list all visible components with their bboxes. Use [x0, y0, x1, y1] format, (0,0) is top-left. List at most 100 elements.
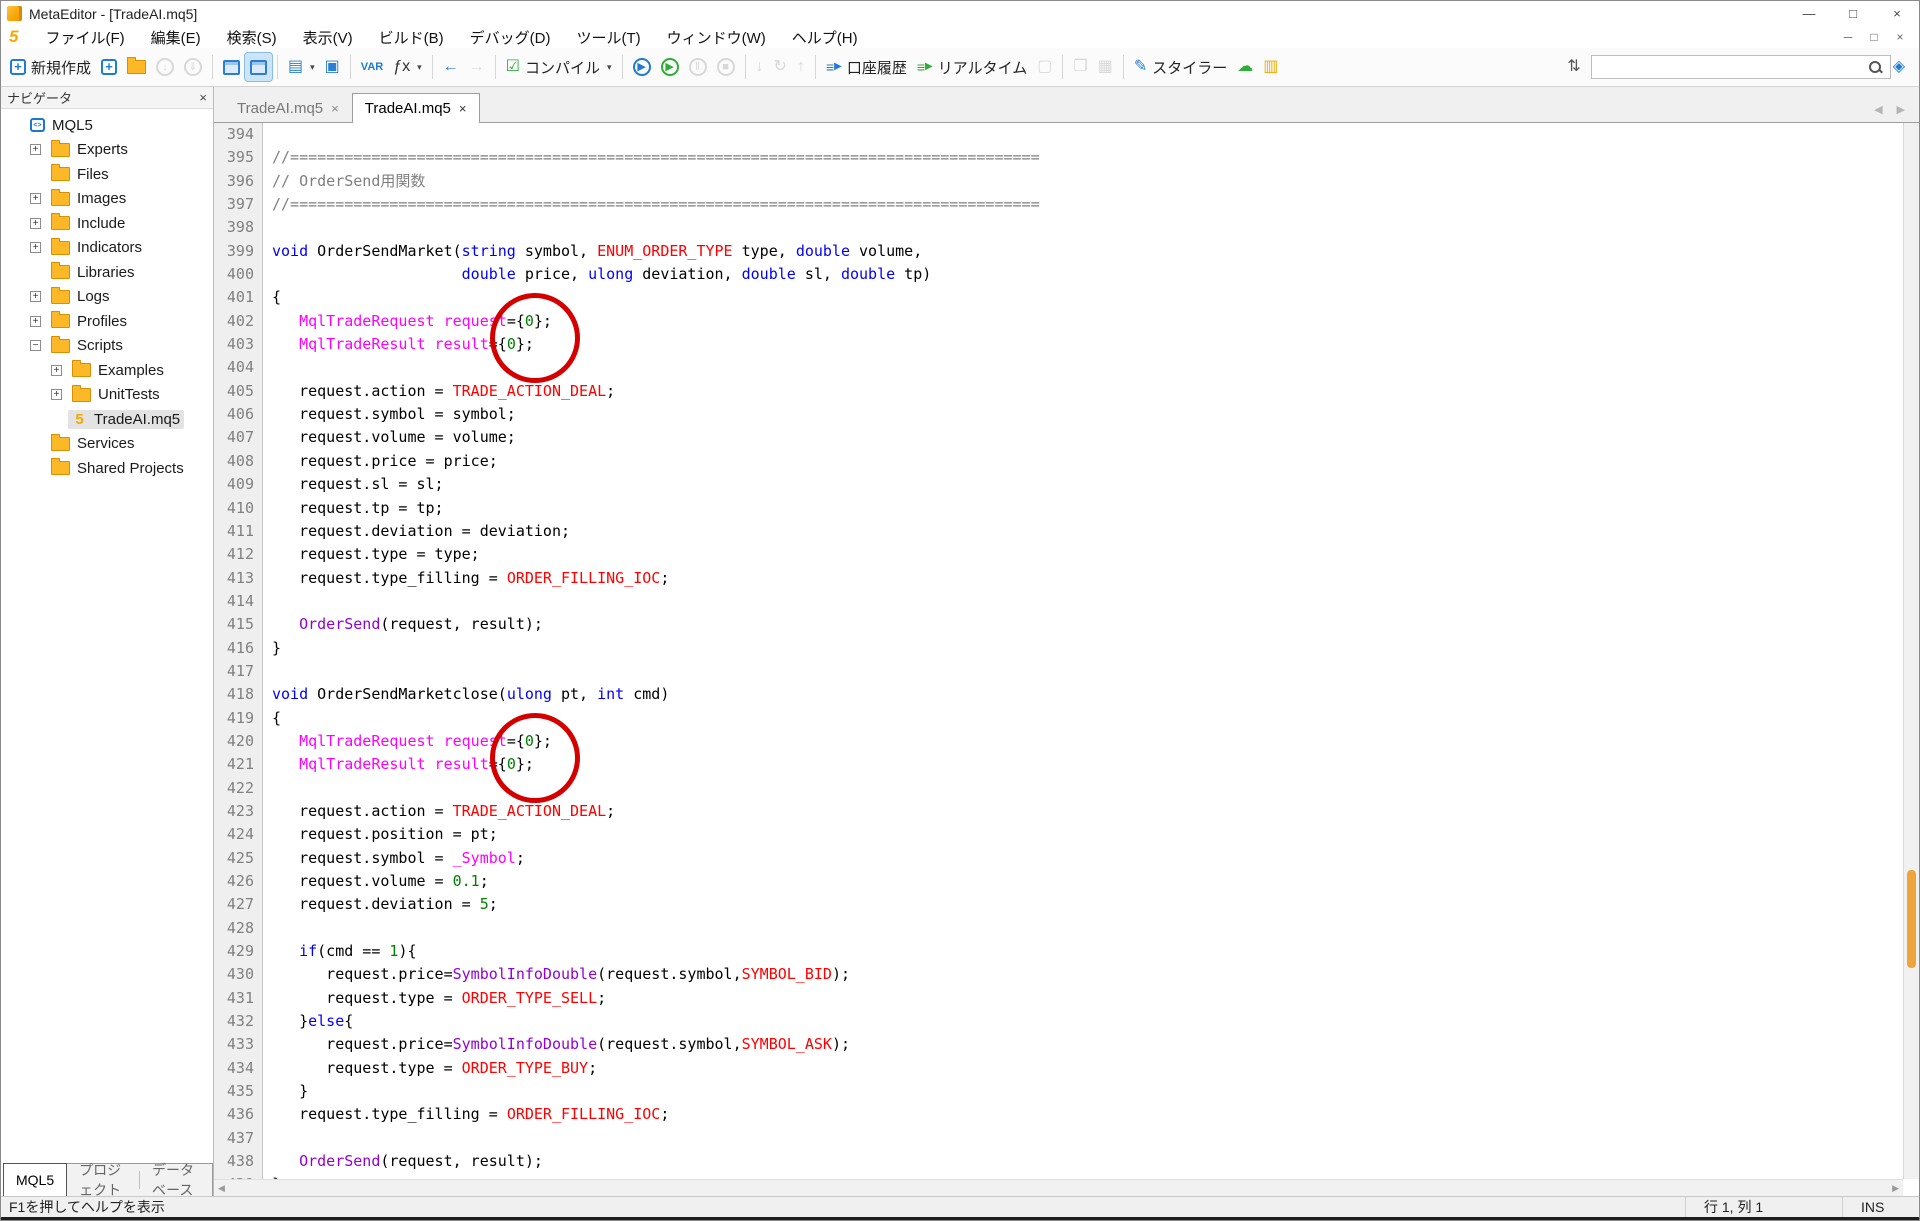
save-all-button-icon: ⇓ [184, 58, 202, 76]
tree-expander-icon[interactable]: + [30, 291, 41, 302]
tree-images[interactable]: +Images [1, 187, 213, 212]
market-button[interactable]: ▥ [1258, 53, 1283, 81]
minimize-button[interactable]: — [1787, 2, 1831, 26]
tab-close-icon[interactable]: × [459, 101, 467, 116]
realtime-button[interactable]: ≡▶リアルタイム [912, 53, 1032, 81]
search-settings-icon[interactable]: ⇅ [1567, 59, 1580, 75]
compile-button[interactable]: ☑コンパイル▾ [501, 53, 617, 81]
tab-close-icon[interactable]: × [331, 101, 339, 116]
tree-scripts[interactable]: −Scripts [1, 334, 213, 359]
tree-expander-icon[interactable]: + [30, 242, 41, 253]
menu-debug[interactable]: デバッグ(D) [457, 26, 564, 48]
maximize-button[interactable]: □ [1831, 2, 1875, 26]
code-area[interactable]: 394395//================================… [214, 123, 1903, 1179]
child-minimize-button[interactable]: ─ [1835, 30, 1861, 44]
toolbar-search-input[interactable] [1591, 55, 1891, 79]
line-number: 401 [214, 286, 263, 309]
panel-tab-mql5[interactable]: MQL5 [3, 1163, 67, 1196]
snippets-button[interactable]: ▤▾ [283, 53, 320, 81]
market-button-icon: ▥ [1263, 59, 1278, 75]
tree-experts[interactable]: + Experts [1, 138, 213, 163]
account-history-button[interactable]: ≡▶口座履歴 [821, 53, 912, 81]
step-over-button: ↻ [769, 53, 792, 81]
hscroll-left-button[interactable]: ◀ [218, 1183, 225, 1194]
tree-shared-projects[interactable]: Shared Projects [1, 456, 213, 481]
menu-view[interactable]: 表示(V) [290, 26, 366, 48]
tree-unittests-inner: UnitTests [68, 385, 164, 404]
search-icon[interactable] [1869, 61, 1881, 73]
code-text: request.deviation = deviation; [263, 520, 570, 543]
vertical-scrollbar-thumb[interactable] [1907, 870, 1916, 968]
menu-help[interactable]: ヘルプ(H) [779, 26, 871, 48]
function-list-button[interactable]: ƒx▾ [388, 53, 426, 81]
hscroll-right-button[interactable]: ▶ [1892, 1183, 1899, 1194]
tree-profiles[interactable]: +Profiles [1, 309, 213, 334]
code-text: { [263, 707, 281, 730]
tree-examples[interactable]: +Examples [1, 358, 213, 383]
tree-indicators[interactable]: +Indicators [1, 236, 213, 261]
layout-window-button-icon [223, 60, 240, 75]
child-restore-button[interactable]: □ [1861, 30, 1887, 44]
snippets-button-icon: ▤ [288, 59, 303, 75]
tab-scroll-left[interactable]: ◀ [1874, 103, 1882, 116]
back-button[interactable]: ← [438, 53, 464, 81]
tree-expander-icon[interactable]: + [51, 365, 62, 376]
code-text: request.price = price; [263, 450, 498, 473]
tab-scroll-right[interactable]: ▶ [1897, 103, 1905, 116]
tree-experts-inner: Experts [47, 140, 132, 159]
publish-button[interactable]: ▣ [320, 53, 345, 81]
navigator-tree: <>MQL5 + Experts Files+Images+Include+Indic… [1, 109, 213, 481]
menu-search[interactable]: 検索(S) [214, 26, 290, 48]
menu-tools[interactable]: ツール(T) [563, 26, 653, 48]
code-line: 400 double price, ulong deviation, doubl… [214, 263, 1903, 286]
open-button[interactable] [122, 53, 151, 81]
new-window-button[interactable]: + [96, 53, 122, 81]
toolbar-separator [432, 55, 433, 79]
chart-window-button: ▢ [1032, 53, 1057, 81]
tree-expander-icon[interactable]: − [30, 340, 41, 351]
close-button[interactable]: × [1875, 2, 1919, 26]
start-button[interactable]: ▶ [656, 53, 684, 81]
tree-services[interactable]: Services [1, 432, 213, 457]
tree-libraries[interactable]: Libraries [1, 260, 213, 285]
tree-expander-icon[interactable]: + [30, 193, 41, 204]
panel-tab-project[interactable]: プロジェクト [67, 1164, 139, 1196]
line-number: 405 [214, 380, 263, 403]
menu-file[interactable]: ファイル(F) [32, 26, 137, 48]
storage-cloud-button[interactable]: ☁ [1232, 53, 1258, 81]
tab-tradeai-1[interactable]: TradeAI.mq5× [224, 94, 352, 122]
var-watch-button[interactable]: VAR [356, 53, 388, 81]
menu-build[interactable]: ビルド(B) [366, 26, 457, 48]
debug-start-button[interactable]: ▶ [628, 53, 656, 81]
code-text: request.price=SymbolInfoDouble(request.s… [263, 963, 850, 986]
tree-expander-icon[interactable]: + [30, 144, 41, 155]
panel-tab-database[interactable]: データベース [140, 1164, 212, 1196]
vertical-scrollbar[interactable] [1903, 123, 1919, 1179]
tree-files[interactable]: Files [1, 162, 213, 187]
tree-include[interactable]: +Include [1, 211, 213, 236]
navigator-panel-button[interactable] [245, 53, 272, 81]
code-line: 418void OrderSendMarketclose(ulong pt, i… [214, 683, 1903, 706]
navigator-close-icon[interactable]: × [199, 90, 207, 105]
new-button[interactable]: +新規作成 [5, 53, 96, 81]
tree-mql5-inner: <>MQL5 [26, 116, 97, 135]
tree-unittests[interactable]: + UnitTests [1, 383, 213, 408]
tab-tradeai-2[interactable]: TradeAI.mq5× [352, 93, 480, 123]
tree-expander-icon[interactable]: + [30, 316, 41, 327]
layout-window-button[interactable] [218, 53, 245, 81]
horizontal-scrollbar[interactable]: ◀▶ [214, 1179, 1903, 1196]
status-help-text: F1を押してヘルプを表示 [1, 1197, 165, 1217]
menu-edit[interactable]: 編集(E) [138, 26, 214, 48]
tree-services-inner: Services [47, 434, 139, 453]
menu-window[interactable]: ウィンドウ(W) [654, 26, 779, 48]
tree-tradeai[interactable]: 5TradeAI.mq5 [1, 407, 213, 432]
tree-mql5[interactable]: <>MQL5 [1, 113, 213, 138]
styler-button[interactable]: ✎スタイラー [1129, 53, 1232, 81]
tree-expander-icon[interactable]: + [51, 389, 62, 400]
step-out-button-icon: ↑ [797, 59, 805, 75]
tree-logs[interactable]: +Logs [1, 285, 213, 310]
child-close-button[interactable]: × [1887, 30, 1913, 44]
tree-shared-projects-inner: Shared Projects [47, 459, 188, 478]
tree-expander-icon[interactable]: + [30, 218, 41, 229]
learn-button[interactable]: ◈ [1893, 59, 1905, 75]
